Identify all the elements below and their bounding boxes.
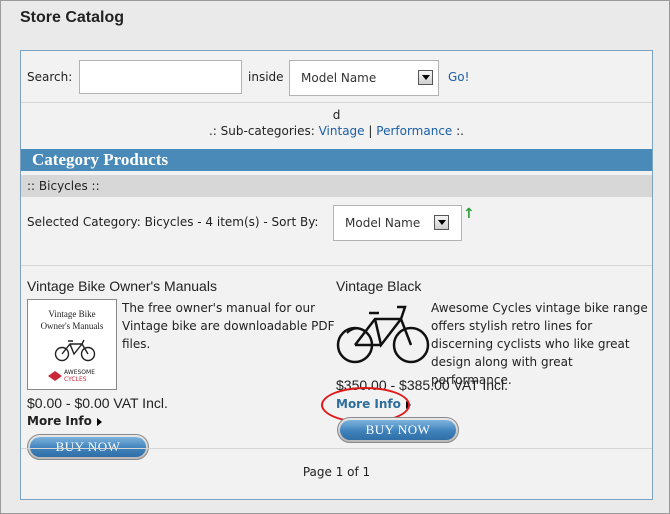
page-title: Store Catalog (20, 9, 125, 26)
product-description-manuals: The free owner's manual for our Vintage … (122, 301, 335, 351)
logo-text-awesome: AWESOME (64, 369, 95, 376)
subcategories-suffix: :. (456, 124, 464, 138)
breadcrumb: :: Bicycles :: (21, 175, 652, 197)
logo-text-cycles: CYCLES (64, 376, 87, 383)
search-input[interactable] (79, 60, 242, 94)
sort-ascending-icon[interactable]: ↑ (463, 206, 475, 222)
subcategory-link-performance[interactable]: Performance (376, 124, 452, 138)
subcategories-line: .: Sub-categories: Vintage | Performance… (21, 124, 652, 138)
pagination-divider (21, 448, 652, 449)
subcategories-area: d .: Sub-categories: Vintage | Performan… (21, 104, 652, 148)
search-field-select[interactable]: Model Name (289, 60, 439, 96)
more-info-label: More Info (27, 414, 92, 428)
product-description-vintage-black: Awesome Cycles vintage bike range offers… (431, 301, 648, 387)
more-info-link-manuals[interactable]: More Info (27, 414, 102, 428)
chevron-down-icon[interactable] (434, 215, 449, 230)
search-bar: Search: inside Model Name Go! (21, 51, 652, 103)
catalog-panel: Search: inside Model Name Go! d .: Sub-c… (20, 50, 653, 500)
vintage-black-bicycle-image[interactable] (335, 297, 431, 367)
buy-now-label: BUY NOW (340, 420, 456, 440)
awesome-cycles-logo-icon (48, 371, 62, 381)
bicycle-icon (54, 339, 96, 362)
search-field-select-value: Model Name (301, 71, 377, 85)
pagination-text: Page 1 of 1 (302, 465, 371, 479)
buy-now-button-vintage-black[interactable]: BUY NOW (337, 417, 459, 443)
go-link[interactable]: Go! (448, 70, 469, 84)
subcategories-separator: | (368, 124, 373, 138)
chevron-down-icon[interactable] (418, 70, 433, 85)
subcategories-prefix: .: Sub-categories: (208, 124, 315, 138)
buy-now-label: BUY NOW (30, 437, 146, 457)
product-name-manuals[interactable]: Vintage Bike Owner's Manuals (27, 278, 217, 294)
manual-product-image[interactable]: Vintage Bike Owner's Manuals AWESOME CYC… (27, 299, 117, 390)
manual-image-title-line2: Owner's Manuals (40, 321, 104, 331)
play-arrow-icon (96, 417, 102, 426)
category-description: d (332, 108, 341, 122)
category-products-header: Category Products (21, 149, 652, 171)
store-catalog-window: Store Catalog Search: inside Model Name … (0, 0, 670, 514)
sort-summary: Selected Category: Bicycles - 4 item(s) … (27, 215, 319, 229)
search-label: Search: (27, 70, 73, 84)
inside-label: inside (248, 70, 284, 84)
manual-image-title-line1: Vintage Bike (48, 309, 96, 319)
sort-bar: Selected Category: Bicycles - 4 item(s) … (21, 198, 652, 266)
subcategory-link-vintage[interactable]: Vintage (319, 124, 365, 138)
sort-select-value: Model Name (345, 216, 421, 230)
buy-now-button-manuals[interactable]: BUY NOW (27, 434, 149, 460)
product-name-vintage-black[interactable]: Vintage Black (336, 278, 421, 294)
product-price-manuals: $0.00 - $0.00 VAT Incl. (27, 395, 168, 411)
sort-select[interactable]: Model Name (333, 205, 462, 241)
